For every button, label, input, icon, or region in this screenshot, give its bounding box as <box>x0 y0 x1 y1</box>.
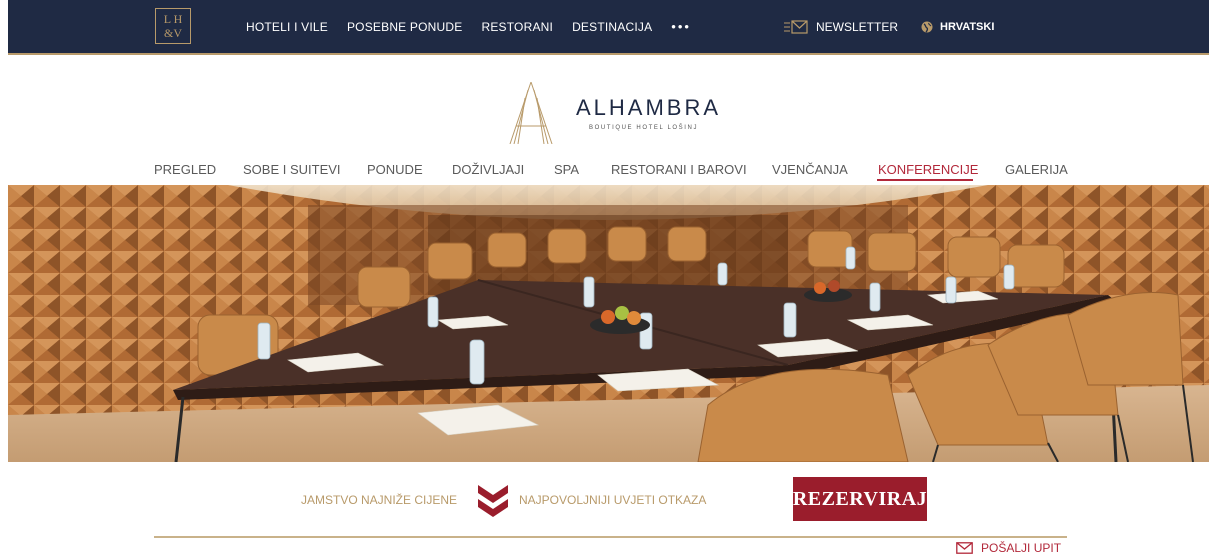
alhambra-logo-icon[interactable] <box>508 82 554 144</box>
top-nav-destination[interactable]: DESTINACIJA <box>572 20 652 34</box>
brand-name[interactable]: ALHAMBRA <box>576 95 721 121</box>
nav-spa[interactable]: SPA <box>554 162 579 177</box>
envelope-icon <box>784 19 808 34</box>
envelope-icon <box>956 542 973 554</box>
nav-weddings[interactable]: VJENČANJA <box>772 162 848 177</box>
globe-icon <box>921 21 933 32</box>
language-selector[interactable]: HRVATSKI <box>921 0 994 53</box>
divider <box>154 536 1067 538</box>
brand-tagline: BOUTIQUE HOTEL LOŠINJ <box>589 125 699 131</box>
cancellation-conditions: NAJPOVOLJNIJI UVJETI OTKAZA <box>519 493 707 507</box>
nav-restaurants-bars[interactable]: RESTORANI I BAROVI <box>611 162 747 177</box>
more-menu-icon[interactable]: ••• <box>671 19 691 34</box>
lhv-logo-icon[interactable]: L H &V <box>155 8 191 44</box>
chevron-icon <box>478 485 508 517</box>
hero-image <box>8 185 1209 462</box>
nav-offers[interactable]: PONUDE <box>367 162 423 177</box>
newsletter-label: NEWSLETTER <box>816 19 899 34</box>
nav-gallery[interactable]: GALERIJA <box>1005 162 1068 177</box>
book-button[interactable]: REZERVIRAJ <box>793 477 927 521</box>
language-label: HRVATSKI <box>940 20 995 33</box>
nav-experiences[interactable]: DOŽIVLJAJI <box>452 162 524 177</box>
send-inquiry-link[interactable]: POŠALJI UPIT <box>956 541 1061 555</box>
nav-rooms[interactable]: SOBE I SUITEVI <box>243 162 341 177</box>
conference-room-illustration <box>8 185 1209 462</box>
top-nav-restaurants[interactable]: RESTORANI <box>481 20 553 34</box>
top-nav-offers[interactable]: POSEBNE PONUDE <box>347 20 463 34</box>
send-inquiry-label: POŠALJI UPIT <box>981 541 1062 555</box>
nav-conferences[interactable]: KONFERENCIJE <box>878 162 978 177</box>
top-nav: HOTELI I VILE POSEBNE PONUDE RESTORANI D… <box>246 0 691 53</box>
top-nav-hotels[interactable]: HOTELI I VILE <box>246 20 328 34</box>
top-bar: L H &V HOTELI I VILE POSEBNE PONUDE REST… <box>8 0 1209 55</box>
logo-line-2: &V <box>164 26 182 40</box>
active-nav-underline <box>877 179 973 181</box>
best-price-guarantee: JAMSTVO NAJNIŽE CIJENE <box>301 493 458 507</box>
newsletter-link[interactable]: NEWSLETTER <box>784 0 898 53</box>
logo-line-1: L H <box>163 12 183 26</box>
main-nav: PREGLED SOBE I SUITEVI PONUDE DOŽIVLJAJI… <box>0 158 1217 182</box>
nav-overview[interactable]: PREGLED <box>154 162 216 177</box>
